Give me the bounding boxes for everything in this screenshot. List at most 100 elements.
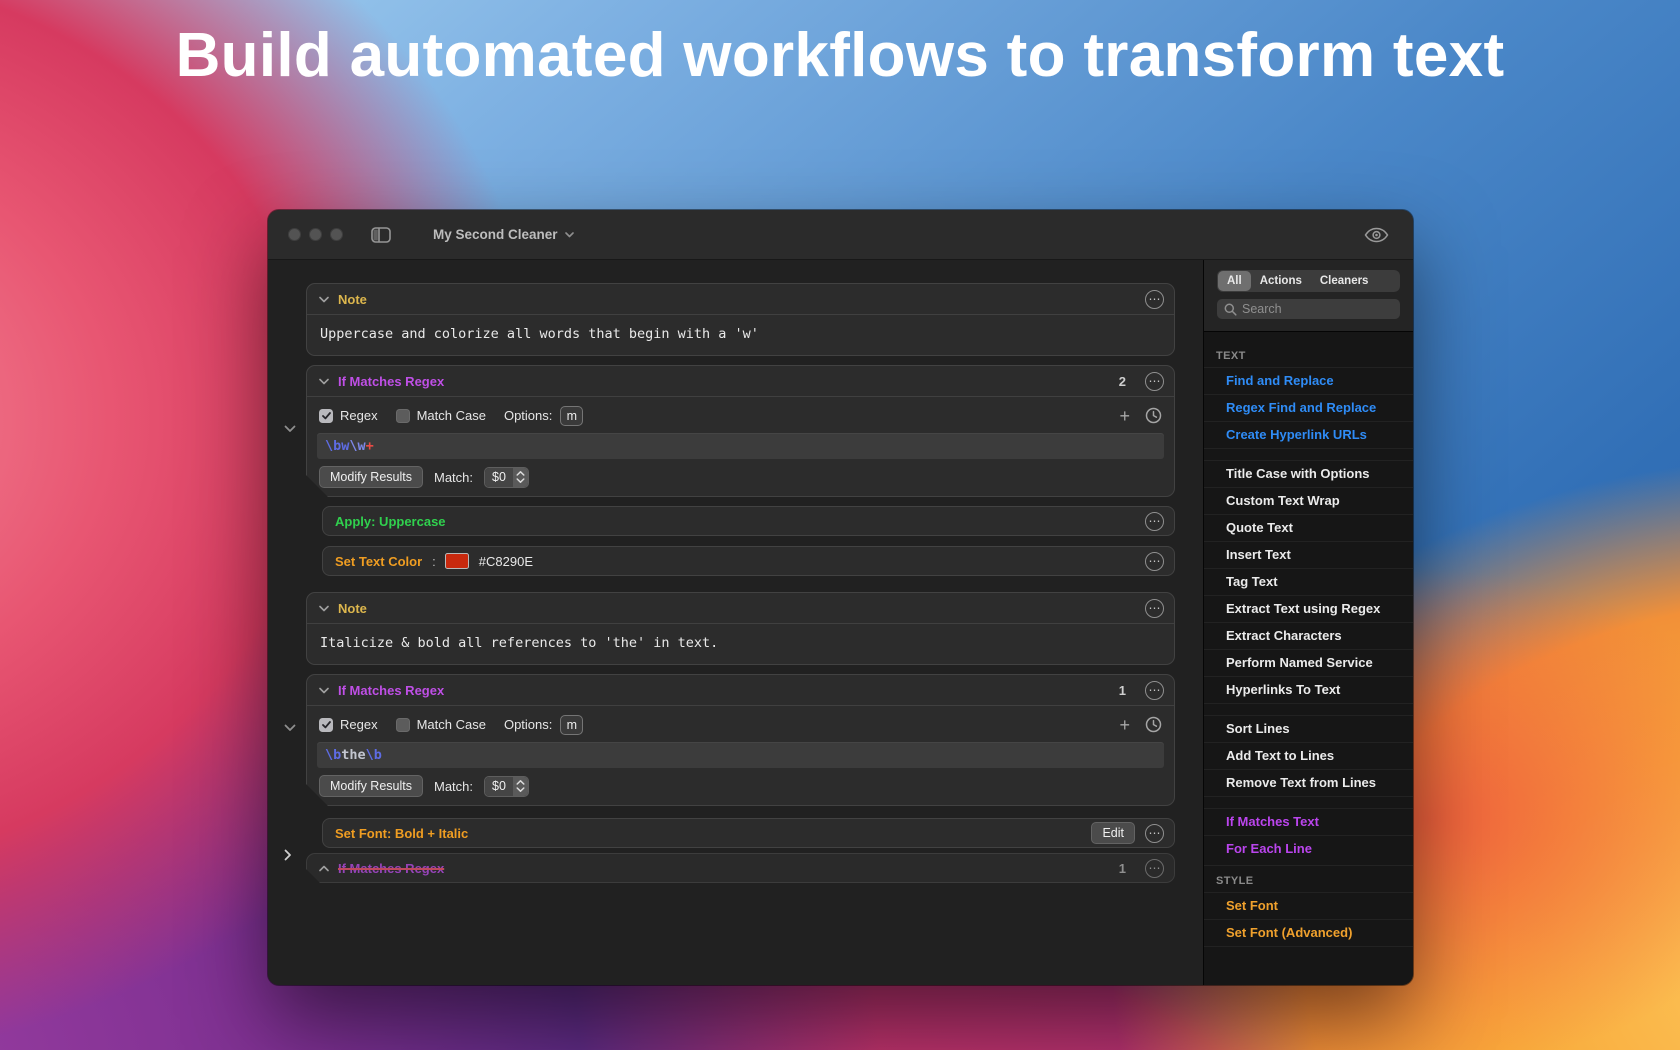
search-input[interactable] — [1242, 302, 1393, 316]
child-count: 2 — [1119, 374, 1126, 389]
chevron-right-icon[interactable] — [284, 848, 292, 866]
add-icon[interactable]: + — [1119, 718, 1130, 732]
sidebar-item[interactable]: Set Font — [1204, 892, 1413, 919]
note-step-header[interactable]: Note ⋯ — [307, 284, 1174, 314]
step-title: If Matches Regex — [338, 374, 444, 389]
edit-button[interactable]: Edit — [1091, 822, 1135, 844]
sidebar-item[interactable]: Remove Text from Lines — [1204, 769, 1413, 796]
sidebar-item[interactable]: Tag Text — [1204, 568, 1413, 595]
more-options-icon[interactable]: ⋯ — [1145, 372, 1164, 391]
sidebar-item[interactable]: Add Text to Lines — [1204, 742, 1413, 769]
filter-tab[interactable]: All — [1218, 271, 1251, 291]
match-case-checkbox[interactable] — [396, 409, 410, 423]
sidebar-item[interactable]: Quote Text — [1204, 514, 1413, 541]
sidebar-item[interactable]: For Each Line — [1204, 835, 1413, 862]
checkmark-icon — [322, 412, 331, 420]
history-clock-icon[interactable] — [1145, 407, 1162, 424]
regex-options-button[interactable]: m — [560, 715, 583, 735]
checkmark-icon — [322, 721, 331, 729]
match-value: $0 — [485, 468, 513, 487]
more-options-icon[interactable]: ⋯ — [1145, 681, 1164, 700]
filter-tab[interactable]: Actions — [1251, 271, 1311, 291]
eye-icon[interactable] — [1364, 227, 1389, 243]
history-clock-icon[interactable] — [1145, 716, 1162, 733]
sidebar-item[interactable]: Set Font (Advanced) — [1204, 919, 1413, 946]
filter-tab[interactable]: Cleaners — [1311, 271, 1378, 291]
sidebar-header: TEXT — [1204, 348, 1413, 367]
zoom-button[interactable] — [330, 228, 343, 241]
sidebar-item[interactable]: Hyperlinks To Text — [1204, 676, 1413, 703]
note-step: Note ⋯ Italicize & bold all references t… — [306, 592, 1175, 665]
regex-checkbox-label: Regex — [340, 717, 378, 732]
step-title: Note — [338, 292, 367, 307]
sidebar-toggle-icon[interactable] — [371, 227, 391, 243]
sidebar-item[interactable]: Find and Replace — [1204, 367, 1413, 394]
chevron-down-icon — [319, 605, 329, 612]
match-case-checkbox[interactable] — [396, 718, 410, 732]
sidebar-item[interactable]: Extract Text using Regex — [1204, 595, 1413, 622]
set-text-color-step[interactable]: Set Text Color : #C8290E ⋯ — [322, 546, 1175, 576]
sidebar-item[interactable]: Extract Characters — [1204, 622, 1413, 649]
sidebar-item[interactable]: Perform Named Service — [1204, 649, 1413, 676]
more-options-icon[interactable]: ⋯ — [1145, 290, 1164, 309]
minimize-button[interactable] — [309, 228, 322, 241]
more-options-icon[interactable]: ⋯ — [1145, 512, 1164, 531]
close-button[interactable] — [288, 228, 301, 241]
note-text[interactable]: Uppercase and colorize all words that be… — [307, 314, 1174, 355]
sidebar-item[interactable]: Insert Text — [1204, 541, 1413, 568]
regex-step-body: Regex Match Case Options: m + \bw\w+ — [307, 396, 1174, 496]
traffic-lights — [288, 228, 343, 241]
chevron-up-icon[interactable] — [319, 865, 329, 872]
note-step: Note ⋯ Uppercase and colorize all words … — [306, 283, 1175, 356]
window-title[interactable]: My Second Cleaner — [433, 227, 574, 242]
chevron-down-icon — [319, 378, 329, 385]
regex-pattern-input[interactable]: \bw\w+ — [317, 433, 1164, 459]
chevron-down-icon[interactable] — [284, 719, 296, 737]
sidebar-header: STYLE — [1204, 865, 1413, 892]
match-case-label: Match Case — [417, 717, 486, 732]
regex-step-header[interactable]: If Matches Regex 1 ⋯ — [307, 675, 1174, 705]
color-swatch[interactable] — [445, 553, 469, 569]
match-stepper[interactable]: $0 — [484, 467, 529, 488]
child-count: 1 — [1119, 683, 1126, 698]
sidebar-item[interactable]: Regex Find and Replace — [1204, 394, 1413, 421]
stepper-arrows-icon[interactable] — [513, 777, 528, 796]
modify-results-button[interactable]: Modify Results — [319, 466, 423, 488]
workflow-canvas: Note ⋯ Uppercase and colorize all words … — [268, 260, 1203, 985]
chevron-down-icon[interactable] — [284, 420, 296, 438]
regex-step-body: Regex Match Case Options: m + \bthe\b — [307, 705, 1174, 805]
note-text[interactable]: Italicize & bold all references to 'the'… — [307, 623, 1174, 664]
search-field[interactable] — [1217, 299, 1400, 319]
if-matches-regex-step-disabled[interactable]: If Matches Regex 1 ⋯ — [306, 853, 1175, 883]
add-icon[interactable]: + — [1119, 409, 1130, 423]
more-options-icon[interactable]: ⋯ — [1145, 859, 1164, 878]
sidebar-item[interactable]: Title Case with Options — [1204, 460, 1413, 487]
if-matches-regex-step: If Matches Regex 2 ⋯ Regex Match Case Op… — [306, 365, 1175, 497]
stepper-arrows-icon[interactable] — [513, 468, 528, 487]
regex-token: \w — [349, 438, 365, 454]
set-font-step[interactable]: Set Font: Bold + Italic Edit ⋯ — [322, 818, 1175, 848]
regex-checkbox-label: Regex — [340, 408, 378, 423]
note-step-header[interactable]: Note ⋯ — [307, 593, 1174, 623]
more-options-icon[interactable]: ⋯ — [1145, 824, 1164, 843]
regex-token: \bw — [325, 438, 349, 454]
sidebar-item[interactable]: If Matches Text — [1204, 808, 1413, 835]
sidebar-item[interactable]: Create Hyperlink URLs — [1204, 421, 1413, 448]
step-title: Note — [338, 601, 367, 616]
regex-checkbox[interactable] — [319, 409, 333, 423]
regex-pattern-input[interactable]: \bthe\b — [317, 742, 1164, 768]
sidebar-item[interactable]: Sort Lines — [1204, 715, 1413, 742]
more-options-icon[interactable]: ⋯ — [1145, 552, 1164, 571]
more-options-icon[interactable]: ⋯ — [1145, 599, 1164, 618]
titlebar: My Second Cleaner — [268, 210, 1413, 260]
apply-uppercase-step[interactable]: Apply: Uppercase ⋯ — [322, 506, 1175, 536]
match-stepper[interactable]: $0 — [484, 776, 529, 797]
regex-token: the — [341, 747, 365, 763]
regex-checkbox[interactable] — [319, 718, 333, 732]
step-title: If Matches Regex — [338, 683, 444, 698]
modify-results-button[interactable]: Modify Results — [319, 775, 423, 797]
sidebar-item[interactable]: Custom Text Wrap — [1204, 487, 1413, 514]
step-title: If Matches Regex — [338, 861, 444, 876]
regex-step-header[interactable]: If Matches Regex 2 ⋯ — [307, 366, 1174, 396]
regex-options-button[interactable]: m — [560, 406, 583, 426]
